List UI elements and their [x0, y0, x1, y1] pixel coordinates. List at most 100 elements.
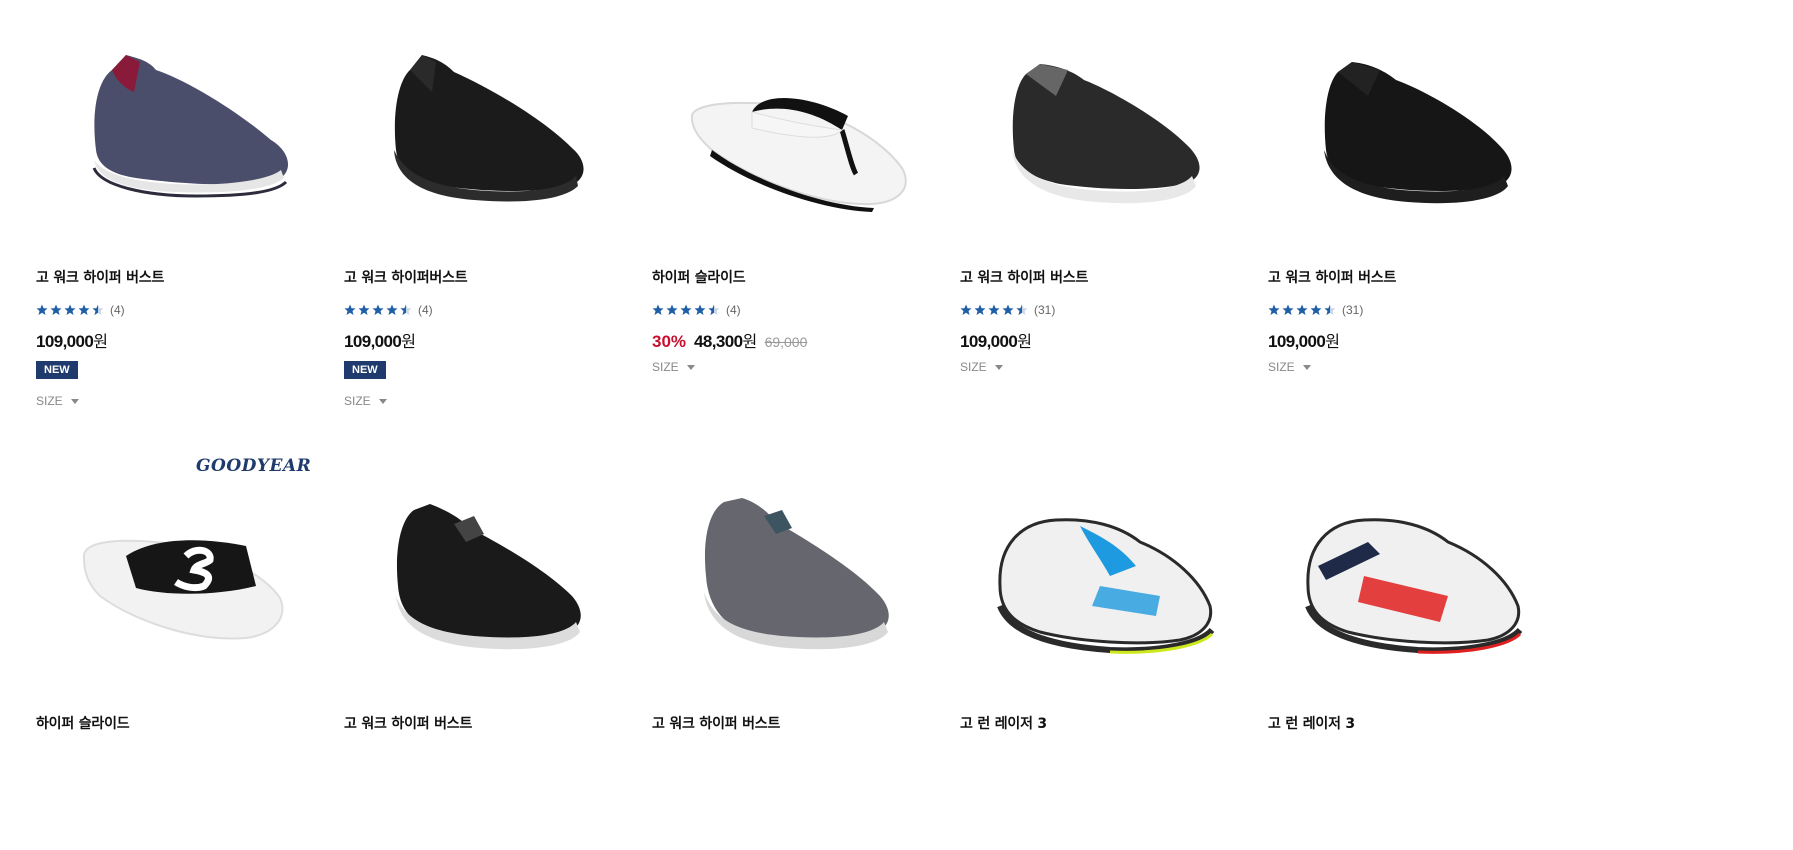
- product-image[interactable]: [344, 446, 644, 726]
- product-name[interactable]: 고 런 레이저 3: [1268, 713, 1355, 733]
- product-name[interactable]: 고 워크 하이퍼 버스트: [652, 713, 780, 733]
- original-price: 69,000: [764, 334, 808, 350]
- star-icon: [652, 304, 664, 315]
- rating: (4): [36, 303, 125, 317]
- product-image[interactable]: [344, 0, 644, 280]
- star-icon: [78, 304, 90, 315]
- currency: 원: [742, 334, 757, 351]
- star-icon: [344, 304, 356, 315]
- running-shoe-white-red-icon: [1305, 518, 1523, 654]
- size-label: SIZE: [1268, 360, 1295, 374]
- price: 109,000원: [1268, 328, 1340, 352]
- product-grid: 고 워크 하이퍼 버스트 (4) 109,000원 NEW SIZE 고 워크 …: [0, 0, 1793, 850]
- product-image[interactable]: [960, 0, 1260, 280]
- half-star-icon: [1016, 304, 1028, 315]
- running-shoe-white-blue-icon: [997, 518, 1215, 654]
- star-icon: [694, 304, 706, 315]
- caret-down-icon: [70, 398, 79, 404]
- size-label: SIZE: [36, 394, 63, 408]
- star-icon: [680, 304, 692, 315]
- size-dropdown[interactable]: SIZE: [1268, 360, 1311, 374]
- caret-down-icon: [378, 398, 387, 404]
- product-image[interactable]: [1268, 446, 1568, 726]
- star-icon: [988, 304, 1000, 315]
- star-icon: [1282, 304, 1294, 315]
- rating: (4): [344, 303, 433, 317]
- product-image[interactable]: [1268, 0, 1568, 280]
- price-value: 48,300: [694, 332, 743, 351]
- caret-down-icon: [994, 364, 1003, 370]
- slip-on-shoe-navy-icon: [92, 55, 289, 198]
- price: 109,000원: [960, 328, 1032, 352]
- new-badge: NEW: [344, 361, 386, 379]
- half-star-icon: [400, 304, 412, 315]
- price: 109,000원: [36, 328, 108, 352]
- star-icon: [1310, 304, 1322, 315]
- product-name[interactable]: 하이퍼 슬라이드: [36, 713, 130, 733]
- star-icon: [960, 304, 972, 315]
- star-icon: [50, 304, 62, 315]
- product-image[interactable]: [960, 446, 1260, 726]
- product-image[interactable]: GOODYEAR: [36, 446, 336, 726]
- review-count: (4): [726, 303, 741, 317]
- new-badge: NEW: [36, 361, 78, 379]
- star-icon: [666, 304, 678, 315]
- product-name[interactable]: 고 워크 하이퍼 버스트: [36, 267, 164, 287]
- flip-flop-white-icon: [690, 98, 907, 212]
- size-dropdown[interactable]: SIZE: [960, 360, 1003, 374]
- product-image[interactable]: [652, 0, 952, 280]
- star-icon: [36, 304, 48, 315]
- price-value: 109,000: [1268, 332, 1326, 351]
- product-image[interactable]: [36, 0, 336, 280]
- size-label: SIZE: [344, 394, 371, 408]
- slip-on-shoe-black-white-sole-icon: [1012, 64, 1200, 204]
- currency: 원: [1325, 334, 1340, 351]
- currency: 원: [1017, 334, 1032, 351]
- star-icon: [1268, 304, 1280, 315]
- star-icon: [358, 304, 370, 315]
- product-name[interactable]: 고 워크 하이퍼버스트: [344, 267, 468, 287]
- size-dropdown[interactable]: SIZE: [36, 394, 79, 408]
- price: 30% 48,300원 69,000: [652, 328, 807, 352]
- size-dropdown[interactable]: SIZE: [344, 394, 387, 408]
- currency: 원: [401, 334, 416, 351]
- rating: (31): [960, 303, 1055, 317]
- goodyear-logo: GOODYEAR: [196, 456, 312, 476]
- star-icon: [386, 304, 398, 315]
- slip-on-shoe-black-icon: [394, 55, 584, 202]
- star-icon: [974, 304, 986, 315]
- caret-down-icon: [686, 364, 695, 370]
- review-count: (4): [418, 303, 433, 317]
- star-icon: [372, 304, 384, 315]
- product-name[interactable]: 하이퍼 슬라이드: [652, 267, 746, 287]
- product-name[interactable]: 고 런 레이저 3: [960, 713, 1047, 733]
- knit-slip-on-grey-icon: [704, 498, 889, 650]
- knit-slip-on-black-icon: [396, 504, 581, 650]
- slide-sandal-black-white-icon: [82, 539, 284, 640]
- star-icon: [64, 304, 76, 315]
- rating: (4): [652, 303, 741, 317]
- star-icon: [1296, 304, 1308, 315]
- discount-rate: 30%: [652, 332, 687, 351]
- currency: 원: [93, 334, 108, 351]
- half-star-icon: [92, 304, 104, 315]
- price-value: 109,000: [36, 332, 94, 351]
- price: 109,000원: [344, 328, 416, 352]
- half-star-icon: [708, 304, 720, 315]
- half-star-icon: [1324, 304, 1336, 315]
- star-icon: [1002, 304, 1014, 315]
- size-dropdown[interactable]: SIZE: [652, 360, 695, 374]
- price-value: 109,000: [960, 332, 1018, 351]
- review-count: (31): [1342, 303, 1364, 317]
- slip-on-shoe-all-black-icon: [1324, 62, 1512, 204]
- size-label: SIZE: [960, 360, 987, 374]
- product-name[interactable]: 고 워크 하이퍼 버스트: [1268, 267, 1396, 287]
- product-name[interactable]: 고 워크 하이퍼 버스트: [344, 713, 472, 733]
- product-image[interactable]: [652, 446, 952, 726]
- price-value: 109,000: [344, 332, 402, 351]
- review-count: (31): [1034, 303, 1056, 317]
- caret-down-icon: [1302, 364, 1311, 370]
- product-name[interactable]: 고 워크 하이퍼 버스트: [960, 267, 1088, 287]
- rating: (31): [1268, 303, 1363, 317]
- review-count: (4): [110, 303, 125, 317]
